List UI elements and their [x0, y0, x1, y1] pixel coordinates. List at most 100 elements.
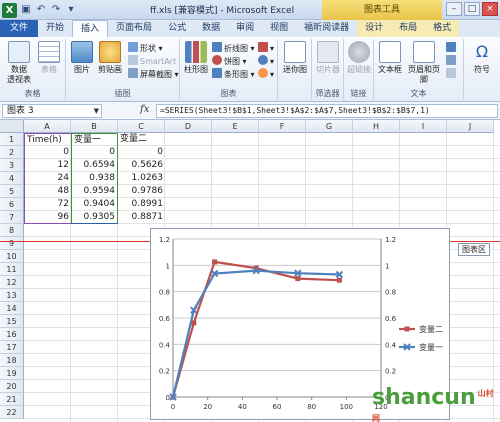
- object-button[interactable]: [446, 68, 458, 81]
- maximize-button[interactable]: □: [464, 2, 480, 16]
- cell[interactable]: 0.9404: [71, 198, 118, 211]
- column-header[interactable]: J: [447, 120, 494, 133]
- cell[interactable]: 12: [24, 159, 71, 172]
- tab-layout[interactable]: 布局: [391, 20, 426, 37]
- row-header[interactable]: 22: [0, 406, 24, 419]
- row-header[interactable]: 2: [0, 146, 24, 159]
- select-all-corner[interactable]: [0, 120, 24, 133]
- tab-review[interactable]: 审阅: [228, 20, 262, 37]
- row-header[interactable]: 15: [0, 315, 24, 328]
- area-chart-button[interactable]: ▾: [258, 42, 274, 55]
- excel-logo-icon[interactable]: X: [2, 2, 17, 18]
- row-header[interactable]: 11: [0, 263, 24, 276]
- name-box[interactable]: 图表 3 ▼: [2, 104, 102, 118]
- cell[interactable]: 0.6594: [71, 159, 118, 172]
- row-header[interactable]: 17: [0, 341, 24, 354]
- row-header[interactable]: 12: [0, 276, 24, 289]
- row-header[interactable]: 18: [0, 354, 24, 367]
- tab-design[interactable]: 设计: [357, 20, 392, 37]
- undo-icon[interactable]: ↶: [35, 4, 47, 16]
- column-header[interactable]: H: [353, 120, 400, 133]
- table-button[interactable]: 表格: [36, 41, 62, 75]
- tab-file[interactable]: 文件: [0, 20, 39, 37]
- column-header[interactable]: F: [259, 120, 306, 133]
- textbox-button[interactable]: 文本框: [376, 41, 404, 75]
- tab-formulas[interactable]: 公式: [160, 20, 194, 37]
- row-header[interactable]: 20: [0, 380, 24, 393]
- insert-function-button[interactable]: fx: [140, 104, 149, 115]
- row-header[interactable]: 19: [0, 367, 24, 380]
- slicer-button[interactable]: 切片器: [315, 41, 341, 75]
- scatter-chart-button[interactable]: ▾: [258, 55, 274, 68]
- name-box-dropdown-icon[interactable]: ▼: [94, 105, 99, 117]
- cell[interactable]: 0.9594: [71, 185, 118, 198]
- screenshot-button[interactable]: 屏幕截图 ▾: [128, 68, 179, 81]
- formula-input[interactable]: =SERIES(Sheet3!$B$1,Sheet3!$A$2:$A$7,She…: [156, 104, 498, 118]
- row-header[interactable]: 6: [0, 198, 24, 211]
- row-header[interactable]: 7: [0, 211, 24, 224]
- row-header[interactable]: 8: [0, 224, 24, 237]
- clipart-button[interactable]: 剪贴画: [96, 41, 124, 75]
- smartart-button[interactable]: SmartArt: [128, 55, 176, 68]
- minimize-button[interactable]: –: [446, 2, 462, 16]
- tab-view[interactable]: 视图: [262, 20, 296, 37]
- row-header[interactable]: 5: [0, 185, 24, 198]
- redo-icon[interactable]: ↷: [50, 4, 62, 16]
- shapes-button[interactable]: 形状 ▾: [128, 42, 163, 55]
- cell[interactable]: Time(h): [24, 133, 71, 146]
- wordart-button[interactable]: [446, 42, 458, 55]
- save-icon[interactable]: ▣: [20, 4, 32, 16]
- header-footer-button[interactable]: 页眉和页脚: [406, 41, 442, 85]
- row-header[interactable]: 4: [0, 172, 24, 185]
- cell[interactable]: 0: [71, 146, 118, 159]
- tab-insert[interactable]: 插入: [72, 20, 109, 37]
- tab-foxit-reader[interactable]: 福昕阅读器: [296, 20, 357, 37]
- column-chart-button[interactable]: 柱形图: [183, 41, 209, 75]
- bar-chart-button[interactable]: 条形图 ▾: [212, 68, 255, 81]
- cell[interactable]: 0.9786: [118, 185, 165, 198]
- column-header[interactable]: B: [71, 120, 118, 133]
- cell[interactable]: 0: [118, 146, 165, 159]
- tab-format[interactable]: 格式: [425, 20, 460, 37]
- cell[interactable]: 24: [24, 172, 71, 185]
- column-header[interactable]: I: [400, 120, 447, 133]
- pivot-table-button[interactable]: 数据 透视表: [4, 41, 34, 85]
- row-header[interactable]: 1: [0, 133, 24, 146]
- column-header[interactable]: G: [306, 120, 353, 133]
- hyperlink-button[interactable]: 超链接: [346, 41, 372, 75]
- cell[interactable]: 72: [24, 198, 71, 211]
- row-header[interactable]: 14: [0, 302, 24, 315]
- row-header[interactable]: 3: [0, 159, 24, 172]
- symbol-button[interactable]: Ω 符号: [468, 41, 496, 75]
- row-header[interactable]: 9: [0, 237, 24, 250]
- row-header[interactable]: 10: [0, 250, 24, 263]
- close-button[interactable]: ×: [482, 2, 498, 16]
- cell[interactable]: 变量一: [71, 133, 118, 146]
- pie-chart-button[interactable]: 饼图 ▾: [212, 55, 247, 68]
- column-header[interactable]: E: [212, 120, 259, 133]
- row-header[interactable]: 13: [0, 289, 24, 302]
- cell[interactable]: 0.9305: [71, 211, 118, 224]
- row-header[interactable]: 21: [0, 393, 24, 406]
- other-charts-button[interactable]: ▾: [258, 68, 274, 81]
- column-header[interactable]: A: [24, 120, 71, 133]
- cell[interactable]: 1.0263: [118, 172, 165, 185]
- cell[interactable]: 48: [24, 185, 71, 198]
- tab-data[interactable]: 数据: [194, 20, 228, 37]
- sparkline-button[interactable]: 迷你图: [282, 41, 308, 75]
- cell[interactable]: 0.8871: [118, 211, 165, 224]
- cell[interactable]: 0: [24, 146, 71, 159]
- picture-button[interactable]: 图片: [70, 41, 94, 75]
- row-header[interactable]: 16: [0, 328, 24, 341]
- signature-button[interactable]: [446, 55, 458, 68]
- column-header[interactable]: C: [118, 120, 165, 133]
- column-header[interactable]: D: [165, 120, 212, 133]
- cell[interactable]: 0.938: [71, 172, 118, 185]
- customize-qat-icon[interactable]: ▾: [65, 4, 77, 16]
- cell[interactable]: 0.8991: [118, 198, 165, 211]
- cell[interactable]: 变量二: [118, 133, 165, 146]
- cell[interactable]: 0.5626: [118, 159, 165, 172]
- tab-home[interactable]: 开始: [38, 20, 72, 37]
- cell[interactable]: 96: [24, 211, 71, 224]
- tab-page-layout[interactable]: 页面布局: [108, 20, 160, 37]
